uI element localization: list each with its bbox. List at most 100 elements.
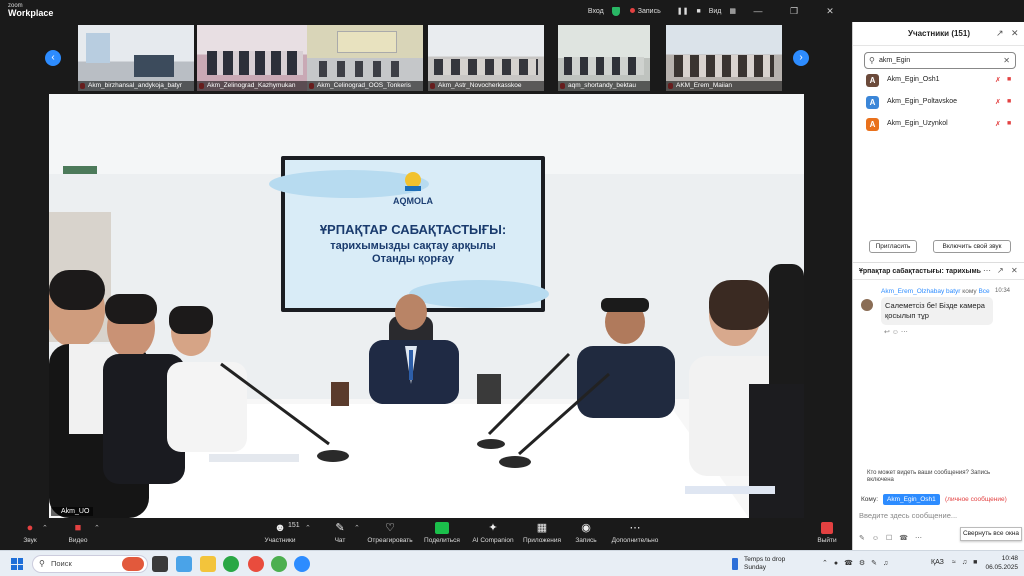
thumbnail-video[interactable]: Akm_Astr_Novocherkasskoe xyxy=(428,25,544,91)
more-icon[interactable]: ⋯ xyxy=(983,266,991,275)
mic-muted-icon: ● xyxy=(26,522,34,534)
thermometer-icon xyxy=(732,558,738,570)
weather-line-2: Sunday xyxy=(744,564,767,571)
recipient-dropdown[interactable]: Akm_Egin_Osh1 xyxy=(883,494,940,505)
shield-icon[interactable] xyxy=(611,6,620,16)
participants-icon: ☻ xyxy=(274,522,286,534)
pause-icon[interactable]: ❚❚ xyxy=(677,7,689,15)
message-time: 10:34 xyxy=(995,288,1011,294)
taskbar-search-label: Поиск xyxy=(51,559,72,568)
people-shape xyxy=(207,51,303,75)
network-volume-icons[interactable]: ≈♫■ xyxy=(952,559,983,566)
minimize-icon[interactable]: — xyxy=(744,6,772,16)
thumbnail-video[interactable]: Akm_Celinograd_OOS_Tonkeris xyxy=(307,25,423,91)
message-sender: Akm_Erem_Olzhabay batyr xyxy=(881,288,961,295)
video-options-chevron-icon[interactable]: ⌃ xyxy=(94,524,100,532)
video-off-icon[interactable]: ■ xyxy=(1007,120,1011,127)
clock-time: 10:48 xyxy=(1001,555,1018,562)
popout-icon[interactable]: ↗ xyxy=(996,28,1004,39)
side-panel: Участники (151) ↗ ✕ ⚲ akm_Egin ✕ A Akm_E… xyxy=(852,22,1024,550)
restore-icon[interactable]: ❐ xyxy=(780,6,808,17)
chat-tools[interactable]: ✎☺☐☎⋯ xyxy=(859,534,929,542)
participant-name: Akm_Egin_Osh1 xyxy=(887,76,940,83)
audio-options-chevron-icon[interactable]: ⌃ xyxy=(42,524,48,532)
invite-button[interactable]: Пригласить xyxy=(869,240,917,253)
view-button[interactable]: Вид xyxy=(709,8,722,15)
leave-button[interactable]: Выйти xyxy=(797,522,857,544)
chat-label: Чат xyxy=(334,537,346,544)
prev-page-icon[interactable]: ‹ xyxy=(45,50,61,66)
message-actions[interactable]: ↩ ☺ ⋯ xyxy=(884,328,908,336)
screen-title: ҰРПАҚТАР САБАҚТАСТЫҒЫ: xyxy=(319,222,507,237)
language-indicator[interactable]: ҚАЗ xyxy=(931,559,944,566)
thumbnail-video[interactable]: Akm_Zelinograd_Kazhymukan xyxy=(197,25,313,91)
thumbnail-video[interactable]: AKM_Erem_Maiian xyxy=(666,25,782,91)
more-button[interactable]: ⋯ Дополнительно xyxy=(605,522,665,544)
chat-title: Ұрпақтар сабақтастығы: тарихымызды сақта… xyxy=(859,268,981,275)
stop-icon[interactable]: ■ xyxy=(696,8,700,15)
people-shape xyxy=(564,57,644,75)
recipient-selector: Кому: Akm_Egin_Osh1 (личное сообщение) xyxy=(859,494,1024,506)
meeting-toolbar: ● Звук ⌃ ■ Видео ⌃ ☻ 151 Участники ⌃ ✎ Ч… xyxy=(0,518,852,550)
message-sender-line: Akm_Erem_Olzhabay batyr кому Все xyxy=(881,288,990,295)
thumbnail-video[interactable]: aqm_shortandy_bektau xyxy=(558,25,650,91)
avatar: A xyxy=(866,118,879,131)
participants-header: Участники (151) ↗ ✕ xyxy=(853,22,1024,46)
app-logo: zoom Workplace xyxy=(8,3,53,18)
system-tray[interactable]: ⌃●☎⚙✎♫ xyxy=(822,559,894,567)
message-recipient: Все xyxy=(978,288,990,295)
chat-message-input[interactable]: Введите здесь сообщение... xyxy=(859,511,957,520)
clock-date: 06.05.2025 xyxy=(985,564,1018,571)
thumbnail-video[interactable]: Akm_birzhansal_andykoja_batyr xyxy=(78,25,194,91)
leave-label: Выйти xyxy=(817,537,837,544)
weather-widget[interactable]: Temps to drop Sunday xyxy=(732,556,785,572)
people-shape xyxy=(674,55,774,77)
thumbnail-name: Akm_Zelinograd_Kazhymukan xyxy=(197,81,313,91)
folder-icon[interactable] xyxy=(200,556,216,572)
zoom-app-icon[interactable] xyxy=(294,556,310,572)
popout-icon[interactable]: ↗ xyxy=(997,266,1004,275)
edge-icon[interactable] xyxy=(176,556,192,572)
message-to-word: кому xyxy=(962,288,977,295)
participant-row[interactable]: A Akm_Egin_Poltavskoe ✗ ■ xyxy=(866,96,1018,112)
view-grid-icon[interactable]: ▦ xyxy=(729,7,736,15)
task-view-icon[interactable] xyxy=(152,556,168,572)
record-indicator[interactable]: Запись xyxy=(629,7,669,15)
chrome-icon[interactable] xyxy=(271,556,287,572)
clock[interactable]: 10:48 06.05.2025 xyxy=(984,554,1018,572)
chat-chevron-icon[interactable]: ⌃ xyxy=(354,524,360,532)
next-page-icon[interactable]: › xyxy=(793,50,809,66)
ai-companion-label: AI Companion xyxy=(472,537,514,544)
title-bar-controls: Вход Запись ❚❚ ■ Вид ▦ — ❐ ✕ xyxy=(588,0,852,22)
widgets-icon[interactable] xyxy=(122,557,144,571)
close-window-icon[interactable]: ✕ xyxy=(816,6,844,17)
close-chat-icon[interactable]: ✕ xyxy=(1011,266,1018,275)
video-off-icon[interactable]: ■ xyxy=(1007,98,1011,105)
thumbnail-name: aqm_shortandy_bektau xyxy=(558,81,650,91)
whatsapp-icon[interactable] xyxy=(223,556,239,572)
heart-icon: ♡ xyxy=(385,522,395,534)
yandex-icon[interactable] xyxy=(248,556,264,572)
chat-visibility-note[interactable]: Кто может видеть ваши сообщения? Запись … xyxy=(867,470,1017,484)
chat-icon: ✎ xyxy=(335,522,345,534)
unmute-self-button[interactable]: Включить свой звук xyxy=(933,240,1011,253)
mic-muted-icon[interactable]: ✗ xyxy=(995,98,1001,106)
thumbnail-name: AKM_Erem_Maiian xyxy=(666,81,782,91)
participant-row[interactable]: A Akm_Egin_Uzynkol ✗ ■ xyxy=(866,118,1018,134)
main-video[interactable]: AQMOLA ҰРПАҚТАР САБАҚТАСТЫҒЫ: тарихымызд… xyxy=(49,94,804,518)
mic-muted-icon[interactable]: ✗ xyxy=(995,120,1001,128)
record-indicator-label: Запись xyxy=(637,7,661,15)
react-button[interactable]: ♡ Отреагировать xyxy=(360,522,420,544)
participants-search-input[interactable]: ⚲ akm_Egin ✕ xyxy=(864,52,1016,69)
thumbnail-name: Akm_Astr_Novocherkasskoe xyxy=(428,81,544,91)
participant-row[interactable]: A Akm_Egin_Osh1 ✗ ■ xyxy=(866,74,1018,90)
video-thumbnail-strip: ‹ Akm_birzhansal_andykoja_batyr Akm_Zeli… xyxy=(0,22,852,94)
video-off-icon[interactable]: ■ xyxy=(1007,76,1011,83)
signin-link[interactable]: Вход xyxy=(588,8,604,15)
clear-search-icon[interactable]: ✕ xyxy=(1003,53,1010,68)
mic-muted-icon[interactable]: ✗ xyxy=(995,76,1001,84)
close-panel-icon[interactable]: ✕ xyxy=(1011,28,1019,39)
participants-button[interactable]: ☻ 151 Участники xyxy=(250,522,310,544)
windows-start-icon[interactable] xyxy=(11,558,23,570)
to-label: Кому: xyxy=(861,496,878,503)
